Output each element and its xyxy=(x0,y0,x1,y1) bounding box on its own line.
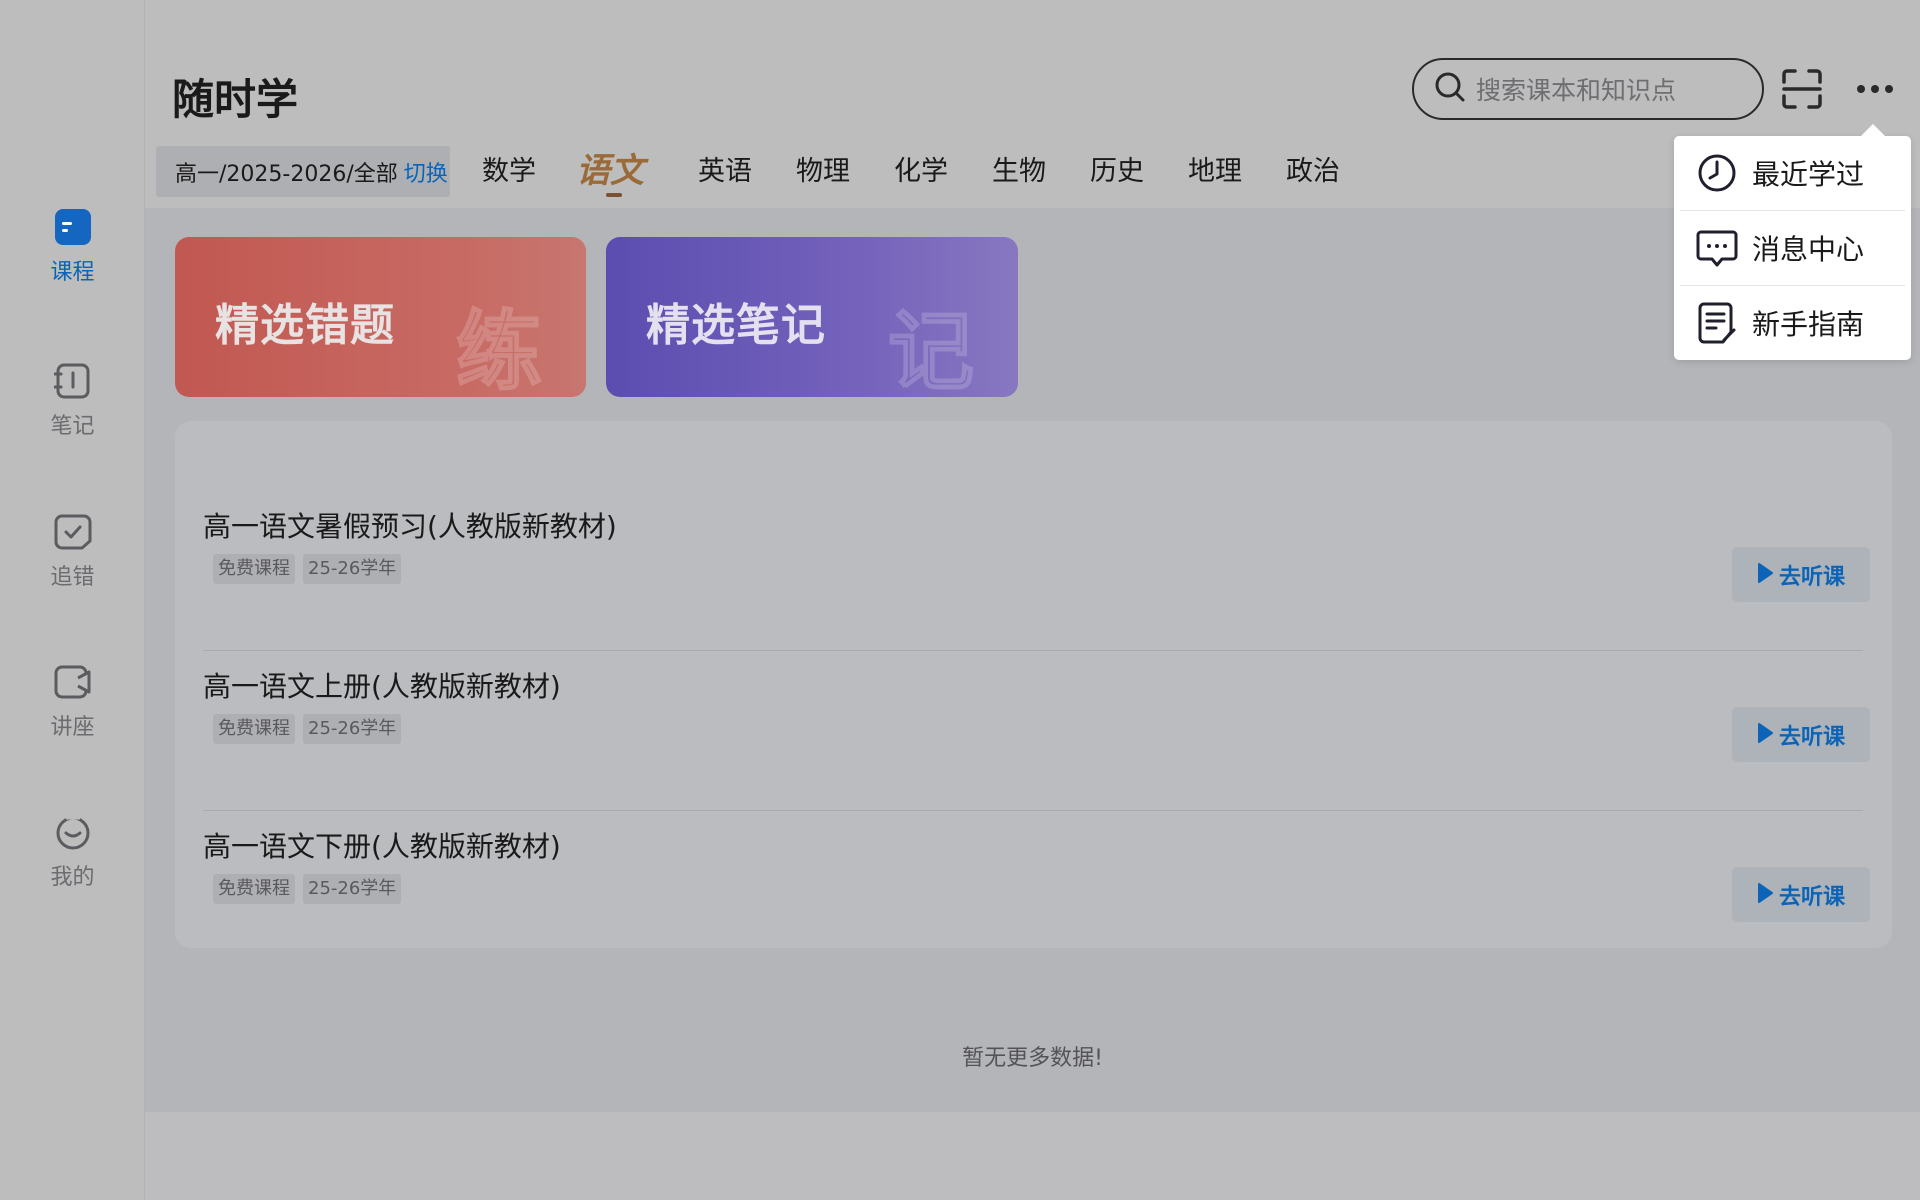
sidebar-item-label: 课程 xyxy=(50,260,95,285)
tab-chemistry[interactable]: 化学 xyxy=(894,148,948,196)
course-title: 高一语文下册(人教版新教材) xyxy=(203,830,561,863)
play-icon xyxy=(1757,882,1773,907)
sidebar: 课程 笔记 追错 讲座 我的 xyxy=(0,0,145,1200)
sidebar-item-notes[interactable]: 笔记 xyxy=(0,362,145,440)
menu-item-label: 新手指南 xyxy=(1752,308,1865,341)
go-listen-button[interactable]: 去听课 xyxy=(1732,867,1870,922)
menu-item-label: 消息中心 xyxy=(1752,233,1865,266)
course-tag: 免费课程 xyxy=(213,874,295,904)
scan-icon xyxy=(1781,69,1823,114)
go-listen-button[interactable]: 去听课 xyxy=(1732,707,1870,762)
tab-english[interactable]: 英语 xyxy=(698,148,752,196)
banner-title: 精选笔记 xyxy=(646,300,826,351)
go-listen-label: 去听课 xyxy=(1778,724,1845,750)
sidebar-item-lecture[interactable]: 讲座 xyxy=(0,663,145,741)
more-dots-icon xyxy=(1855,85,1895,110)
course-tag: 免费课程 xyxy=(213,714,295,744)
sidebar-item-mistakes[interactable]: 追错 xyxy=(0,513,145,591)
sidebar-item-label: 追错 xyxy=(50,565,95,590)
play-icon xyxy=(1757,722,1773,747)
menu-item-messages[interactable]: 消息中心 xyxy=(1674,211,1911,285)
course-item[interactable]: 高一语文暑假预习(人教版新教材) 免费课程 25-26学年 去听课 xyxy=(203,491,1870,651)
tab-physics[interactable]: 物理 xyxy=(796,148,850,196)
guide-document-icon xyxy=(1696,302,1738,344)
course-list: 高一语文暑假预习(人教版新教材) 免费课程 25-26学年 去听课 高一语文上册… xyxy=(175,421,1892,948)
sidebar-item-mine[interactable]: 我的 xyxy=(0,813,145,891)
lecture-video-icon xyxy=(54,663,92,701)
header: 随时学 搜索课本和知识点 高一/2025-2026/全部 切换 数学 语文 英语 xyxy=(145,0,1920,208)
tab-politics[interactable]: 政治 xyxy=(1286,148,1340,196)
go-listen-label: 去听课 xyxy=(1778,884,1845,910)
search-placeholder: 搜索课本和知识点 xyxy=(1476,76,1677,105)
selected-mistakes-banner[interactable]: 精选错题 练 xyxy=(175,237,586,397)
course-item[interactable]: 高一语文上册(人教版新教材) 免费课程 25-26学年 去听课 xyxy=(203,651,1870,811)
sidebar-item-label: 我的 xyxy=(50,865,95,890)
go-listen-label: 去听课 xyxy=(1778,564,1845,590)
banner-glyph: 练 xyxy=(455,301,543,397)
course-tag: 25-26学年 xyxy=(303,714,402,744)
main-content: 随时学 搜索课本和知识点 高一/2025-2026/全部 切换 数学 语文 英语 xyxy=(145,0,1920,1112)
tab-history[interactable]: 历史 xyxy=(1090,148,1144,196)
sidebar-item-label: 笔记 xyxy=(50,414,95,439)
menu-item-recent[interactable]: 最近学过 xyxy=(1674,136,1911,210)
sidebar-item-course[interactable]: 课程 xyxy=(0,208,145,286)
more-menu-dropdown: 最近学过 消息中心 新手指南 xyxy=(1674,124,1911,360)
more-button[interactable] xyxy=(1855,72,1895,106)
message-icon xyxy=(1696,227,1738,269)
course-tag: 25-26学年 xyxy=(303,554,402,584)
tab-chinese[interactable]: 语文 xyxy=(576,148,644,197)
course-icon xyxy=(54,208,92,246)
switch-grade-link[interactable]: 切换 xyxy=(404,156,448,188)
menu-item-label: 最近学过 xyxy=(1752,158,1865,191)
course-title: 高一语文暑假预习(人教版新教材) xyxy=(203,510,617,543)
banner-glyph: 记 xyxy=(887,301,975,397)
course-tag: 免费课程 xyxy=(213,554,295,584)
course-item[interactable]: 高一语文下册(人教版新教材) 免费课程 25-26学年 去听课 xyxy=(203,811,1870,971)
grade-text: 高一/2025-2026/全部 xyxy=(175,161,398,187)
page-title: 随时学 xyxy=(172,75,299,124)
tab-geography[interactable]: 地理 xyxy=(1188,148,1242,196)
scan-button[interactable] xyxy=(1781,68,1823,110)
search-input[interactable]: 搜索课本和知识点 xyxy=(1412,58,1764,120)
go-listen-button[interactable]: 去听课 xyxy=(1732,547,1870,602)
menu-item-guide[interactable]: 新手指南 xyxy=(1674,286,1911,360)
course-title: 高一语文上册(人教版新教材) xyxy=(203,670,561,703)
sidebar-item-label: 讲座 xyxy=(50,715,95,740)
banner-title: 精选错题 xyxy=(215,300,395,351)
clock-icon xyxy=(1696,152,1738,194)
tab-biology[interactable]: 生物 xyxy=(992,148,1046,196)
selected-notes-banner[interactable]: 精选笔记 记 xyxy=(606,237,1018,397)
notebook-icon xyxy=(53,362,92,400)
tab-math[interactable]: 数学 xyxy=(482,148,536,196)
grade-selector: 高一/2025-2026/全部 切换 xyxy=(156,146,450,197)
profile-face-icon xyxy=(54,813,92,851)
search-icon xyxy=(1434,71,1466,107)
play-icon xyxy=(1757,562,1773,587)
no-more-data-text: 暂无更多数据! xyxy=(962,1046,1103,1071)
course-tag: 25-26学年 xyxy=(303,874,402,904)
mistake-check-icon xyxy=(54,513,92,551)
